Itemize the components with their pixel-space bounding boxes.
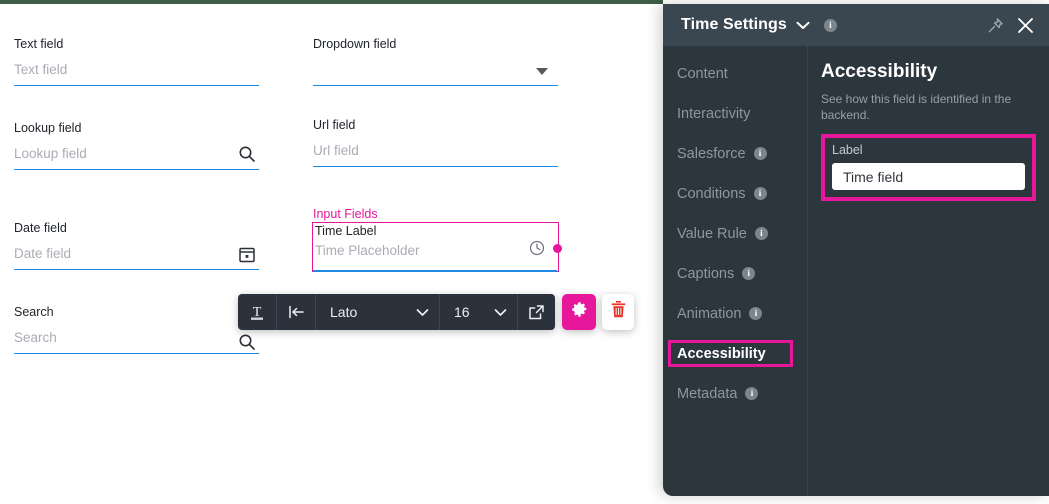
- nav-item-animation[interactable]: Animation i: [663, 300, 807, 327]
- info-icon[interactable]: i: [745, 387, 759, 400]
- nav-label: Content: [677, 65, 728, 82]
- pin-icon[interactable]: [987, 17, 1004, 34]
- nav-label: Conditions: [677, 185, 746, 202]
- label-input-value: Time field: [843, 168, 904, 185]
- close-icon[interactable]: [1016, 16, 1035, 35]
- trash-icon: [611, 301, 626, 323]
- info-icon[interactable]: i: [749, 307, 763, 320]
- panel-content: Accessibility See how this field is iden…: [808, 46, 1049, 496]
- field-dropdown: Dropdown field: [313, 36, 558, 86]
- chevron-down-icon[interactable]: [796, 21, 810, 30]
- info-icon[interactable]: i: [754, 227, 768, 240]
- panel-nav: Content Interactivity Salesforce i Condi…: [663, 46, 808, 496]
- chevron-down-icon: [416, 304, 429, 320]
- text-format-icon[interactable]: T: [238, 294, 277, 330]
- nav-label: Value Rule: [677, 225, 747, 242]
- resize-handle[interactable]: [553, 244, 562, 253]
- nav-item-captions[interactable]: Captions i: [663, 260, 807, 287]
- search-icon[interactable]: [237, 332, 257, 352]
- selected-time-field[interactable]: Time Label Time Placeholder: [312, 222, 559, 272]
- external-link-icon[interactable]: [518, 294, 555, 330]
- nav-item-accessibility[interactable]: Accessibility: [663, 340, 807, 367]
- field-search: Search Search: [14, 304, 259, 354]
- dropdown-input[interactable]: [313, 58, 558, 86]
- nav-item-value-rule[interactable]: Value Rule i: [663, 220, 807, 247]
- calendar-icon[interactable]: [237, 244, 257, 264]
- field-date: Date field Date field: [14, 220, 259, 270]
- nav-label: Captions: [677, 265, 735, 282]
- font-size-select[interactable]: 16: [440, 294, 518, 330]
- field-placeholder: Lookup field: [14, 146, 87, 161]
- content-title: Accessibility: [821, 61, 938, 82]
- info-icon[interactable]: i: [742, 267, 756, 280]
- font-size-value: 16: [454, 304, 470, 320]
- content-description: See how this field is identified in the …: [821, 92, 1012, 122]
- nav-label: Salesforce: [677, 145, 746, 162]
- field-url: Url field Url field: [313, 117, 558, 167]
- field-placeholder: Url field: [313, 143, 359, 158]
- field-lookup: Lookup field Lookup field: [14, 120, 259, 170]
- panel-title: Time Settings: [681, 16, 787, 33]
- panel-header: Time Settings i: [663, 4, 1049, 46]
- panel-body: Content Interactivity Salesforce i Condi…: [663, 46, 1049, 496]
- field-label: Dropdown field: [313, 37, 397, 51]
- label-caption: Label: [832, 143, 863, 157]
- field-label: Text field: [14, 37, 64, 51]
- nav-label: Accessibility: [677, 345, 766, 362]
- date-input[interactable]: Date field: [14, 242, 259, 270]
- info-icon[interactable]: i: [753, 147, 767, 160]
- field-text: Text field Text field: [14, 36, 259, 86]
- info-icon[interactable]: i: [823, 18, 837, 32]
- field-placeholder: Search: [14, 330, 57, 345]
- element-toolbar: T Lato 16: [238, 294, 634, 330]
- nav-item-interactivity[interactable]: Interactivity: [663, 100, 807, 127]
- clock-icon[interactable]: [528, 239, 546, 257]
- field-label: Lookup field: [14, 121, 82, 135]
- time-field-label: Time Label: [315, 224, 377, 238]
- nav-item-metadata[interactable]: Metadata i: [663, 380, 807, 407]
- field-placeholder: Text field: [14, 62, 68, 77]
- nav-label: Animation: [677, 305, 742, 322]
- settings-panel: Time Settings i Content Interactivity Sa…: [663, 4, 1049, 496]
- font-family-select[interactable]: Lato: [316, 294, 440, 330]
- label-input[interactable]: Time field: [832, 163, 1025, 190]
- field-label: Search: [14, 305, 54, 319]
- info-icon[interactable]: i: [753, 187, 767, 200]
- form-canvas: Text field Text field Dropdown field Loo…: [0, 4, 663, 504]
- time-field-underline: [313, 270, 557, 272]
- label-setting-group: Label Time field: [821, 134, 1036, 201]
- search-input[interactable]: Search: [14, 326, 259, 354]
- nav-item-salesforce[interactable]: Salesforce i: [663, 140, 807, 167]
- delete-button[interactable]: [602, 294, 634, 330]
- indent-left-icon[interactable]: [277, 294, 316, 330]
- url-input[interactable]: Url field: [313, 139, 558, 167]
- text-input[interactable]: Text field: [14, 58, 259, 86]
- field-label: Date field: [14, 221, 67, 235]
- nav-item-content[interactable]: Content: [663, 60, 807, 87]
- toolbar-group: T Lato 16: [238, 294, 555, 330]
- field-label: Url field: [313, 118, 356, 132]
- nav-label: Interactivity: [677, 105, 751, 122]
- chevron-down-icon[interactable]: [536, 68, 548, 75]
- font-family-value: Lato: [330, 304, 358, 320]
- selection-group-label: Input Fields: [313, 207, 378, 221]
- time-field-placeholder: Time Placeholder: [315, 243, 420, 258]
- gear-icon: [571, 301, 588, 323]
- search-icon[interactable]: [237, 144, 257, 164]
- nav-item-conditions[interactable]: Conditions i: [663, 180, 807, 207]
- settings-button[interactable]: [562, 294, 596, 330]
- field-placeholder: Date field: [14, 246, 72, 261]
- nav-label: Metadata: [677, 385, 738, 402]
- chevron-down-icon: [494, 304, 507, 320]
- lookup-input[interactable]: Lookup field: [14, 142, 259, 170]
